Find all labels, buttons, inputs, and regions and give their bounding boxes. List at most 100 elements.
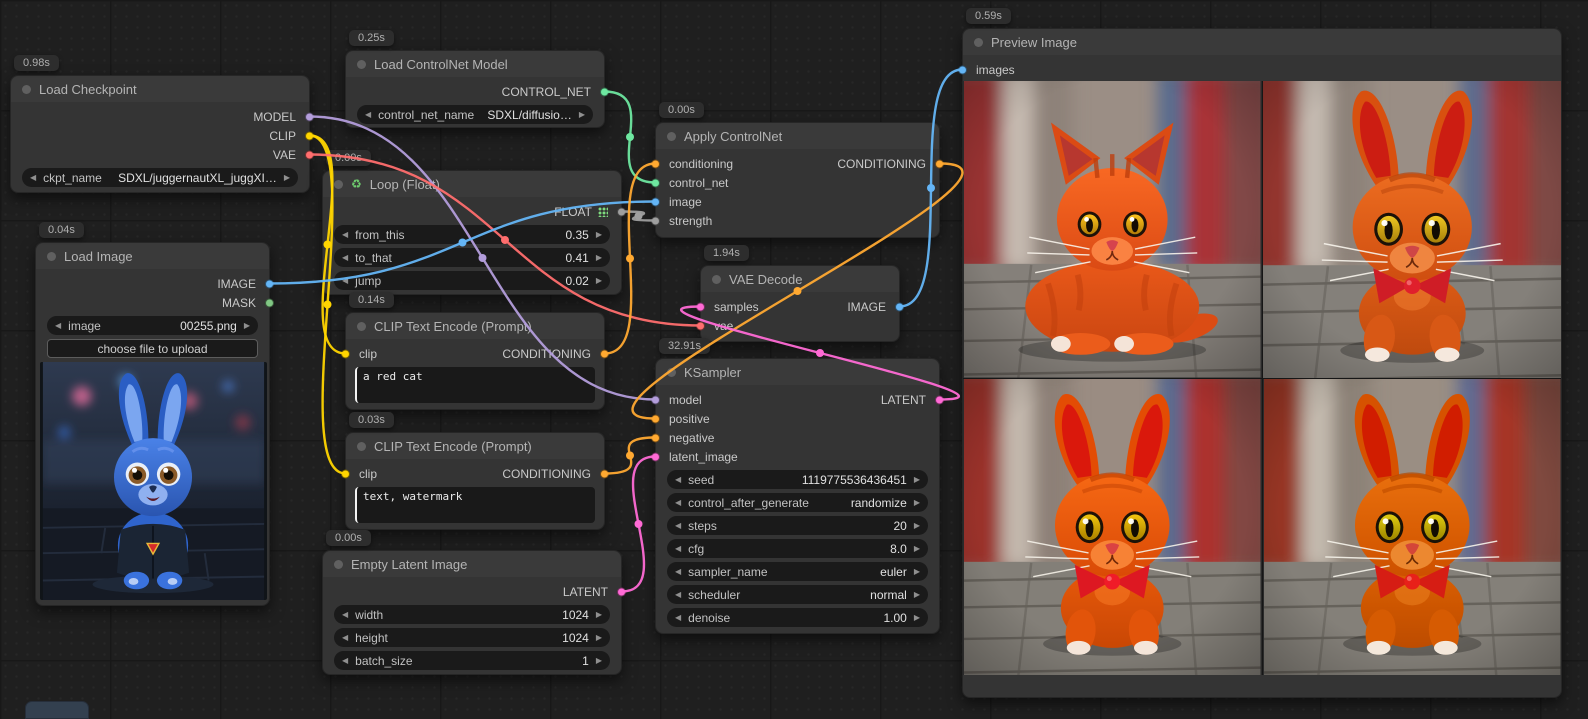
node-clip-text-encode-negative[interactable]: 0.03s CLIP Text Encode (Prompt) clip CON… [345,432,605,530]
collapse-dot-icon[interactable] [22,85,31,94]
arrow-left-icon[interactable]: ◀ [675,499,681,507]
node-vae-decode[interactable]: 1.94s VAE Decode samples IMAGE vae [700,265,900,342]
widget-width[interactable]: ◀ width 1024 ▶ [334,605,610,624]
graph-canvas[interactable]: 0.98s Load Checkpoint MODEL CLIP VAE ◀ c… [0,0,1588,719]
output-port-vae[interactable] [305,150,314,159]
collapse-dot-icon[interactable] [334,560,343,569]
input-port-samples[interactable] [696,302,705,311]
node-title-bar[interactable]: CLIP Text Encode (Prompt) [346,313,604,339]
widget-seed[interactable]: ◀ seed 1119775536436451 ▶ [667,470,928,489]
arrow-left-icon[interactable]: ◀ [342,611,348,619]
node-title-bar[interactable]: Apply ControlNet [656,123,939,149]
arrow-right-icon[interactable]: ▶ [914,545,920,553]
collapse-dot-icon[interactable] [357,442,366,451]
partial-node[interactable] [25,701,89,719]
input-port-images[interactable] [958,65,967,74]
input-port-model[interactable] [651,395,660,404]
prompt-textarea[interactable]: text, watermark [355,487,595,523]
arrow-left-icon[interactable]: ◀ [30,174,36,182]
widget-ckpt-name[interactable]: ◀ ckpt_name SDXL/juggernautXL_juggXI… ▶ [22,168,298,187]
prompt-textarea[interactable]: a red cat [355,367,595,403]
node-title-bar[interactable]: Empty Latent Image [323,551,621,577]
widget-to-that[interactable]: ◀ to_that 0.41 ▶ [334,248,610,267]
output-port-latent[interactable] [617,587,626,596]
arrow-right-icon[interactable]: ▶ [914,614,920,622]
arrow-right-icon[interactable]: ▶ [914,591,920,599]
arrow-left-icon[interactable]: ◀ [342,231,348,239]
widget-steps[interactable]: ◀ steps 20 ▶ [667,516,928,535]
node-title-bar[interactable]: ♻ Loop (Float) [323,171,621,197]
node-title-bar[interactable]: Load Checkpoint [11,76,309,102]
widget-batch-size[interactable]: ◀ batch_size 1 ▶ [334,651,610,670]
collapse-dot-icon[interactable] [357,322,366,331]
arrow-left-icon[interactable]: ◀ [342,657,348,665]
node-title-bar[interactable]: Load Image [36,243,269,269]
node-loop-float[interactable]: 0.00s ♻ Loop (Float) FLOAT ◀ from_this 0… [322,170,622,295]
output-port-float[interactable] [617,207,626,216]
node-apply-controlnet[interactable]: 0.00s Apply ControlNet conditioning COND… [655,122,940,238]
node-ksampler[interactable]: 32.91s KSampler model LATENT positive ne… [655,358,940,634]
widget-cfg[interactable]: ◀ cfg 8.0 ▶ [667,539,928,558]
input-port-conditioning[interactable] [651,159,660,168]
widget-sampler-name[interactable]: ◀ sampler_name euler ▶ [667,562,928,581]
collapse-dot-icon[interactable] [357,60,366,69]
arrow-left-icon[interactable]: ◀ [675,476,681,484]
collapse-dot-icon[interactable] [667,132,676,141]
arrow-left-icon[interactable]: ◀ [675,545,681,553]
output-port-model[interactable] [305,112,314,121]
arrow-right-icon[interactable]: ▶ [284,174,290,182]
arrow-left-icon[interactable]: ◀ [675,568,681,576]
input-port-positive[interactable] [651,414,660,423]
output-port-latent[interactable] [935,395,944,404]
node-title-bar[interactable]: Preview Image [963,29,1561,55]
input-port-clip[interactable] [341,349,350,358]
widget-control-net-name[interactable]: ◀ control_net_name SDXL/diffusio… ▶ [357,105,593,124]
arrow-left-icon[interactable]: ◀ [675,591,681,599]
widget-denoise[interactable]: ◀ denoise 1.00 ▶ [667,608,928,627]
output-port-conditioning[interactable] [935,159,944,168]
arrow-left-icon[interactable]: ◀ [675,614,681,622]
node-title-bar[interactable]: Load ControlNet Model [346,51,604,77]
input-port-strength[interactable] [651,216,660,225]
arrow-right-icon[interactable]: ▶ [596,634,602,642]
output-port-clip[interactable] [305,131,314,140]
collapse-dot-icon[interactable] [712,275,721,284]
output-port-control-net[interactable] [600,87,609,96]
output-port-image[interactable] [265,279,274,288]
node-preview-image[interactable]: 0.59s Preview Image images [962,28,1562,698]
collapse-dot-icon[interactable] [667,368,676,377]
widget-image[interactable]: ◀ image 00255.png ▶ [47,316,258,335]
arrow-right-icon[interactable]: ▶ [579,111,585,119]
widget-scheduler[interactable]: ◀ scheduler normal ▶ [667,585,928,604]
widget-from-this[interactable]: ◀ from_this 0.35 ▶ [334,225,610,244]
input-port-control-net[interactable] [651,178,660,187]
arrow-right-icon[interactable]: ▶ [596,254,602,262]
output-port-mask[interactable] [265,298,274,307]
node-load-checkpoint[interactable]: 0.98s Load Checkpoint MODEL CLIP VAE ◀ c… [10,75,310,193]
arrow-left-icon[interactable]: ◀ [55,322,61,330]
arrow-left-icon[interactable]: ◀ [675,522,681,530]
widget-height[interactable]: ◀ height 1024 ▶ [334,628,610,647]
node-title-bar[interactable]: VAE Decode [701,266,899,292]
input-port-negative[interactable] [651,433,660,442]
node-load-image[interactable]: 0.04s Load Image IMAGE MASK ◀ image 0025… [35,242,270,606]
arrow-right-icon[interactable]: ▶ [914,568,920,576]
arrow-right-icon[interactable]: ▶ [596,657,602,665]
collapse-dot-icon[interactable] [974,38,983,47]
arrow-right-icon[interactable]: ▶ [596,611,602,619]
node-title-bar[interactable]: KSampler [656,359,939,385]
arrow-left-icon[interactable]: ◀ [365,111,371,119]
arrow-left-icon[interactable]: ◀ [342,254,348,262]
collapse-dot-icon[interactable] [47,252,56,261]
arrow-right-icon[interactable]: ▶ [914,522,920,530]
node-title-bar[interactable]: CLIP Text Encode (Prompt) [346,433,604,459]
collapse-dot-icon[interactable] [334,180,343,189]
arrow-right-icon[interactable]: ▶ [596,277,602,285]
node-load-controlnet[interactable]: 0.25s Load ControlNet Model CONTROL_NET … [345,50,605,128]
input-port-vae[interactable] [696,321,705,330]
input-port-clip[interactable] [341,469,350,478]
arrow-left-icon[interactable]: ◀ [342,634,348,642]
arrow-right-icon[interactable]: ▶ [244,322,250,330]
arrow-right-icon[interactable]: ▶ [914,499,920,507]
input-port-image[interactable] [651,197,660,206]
